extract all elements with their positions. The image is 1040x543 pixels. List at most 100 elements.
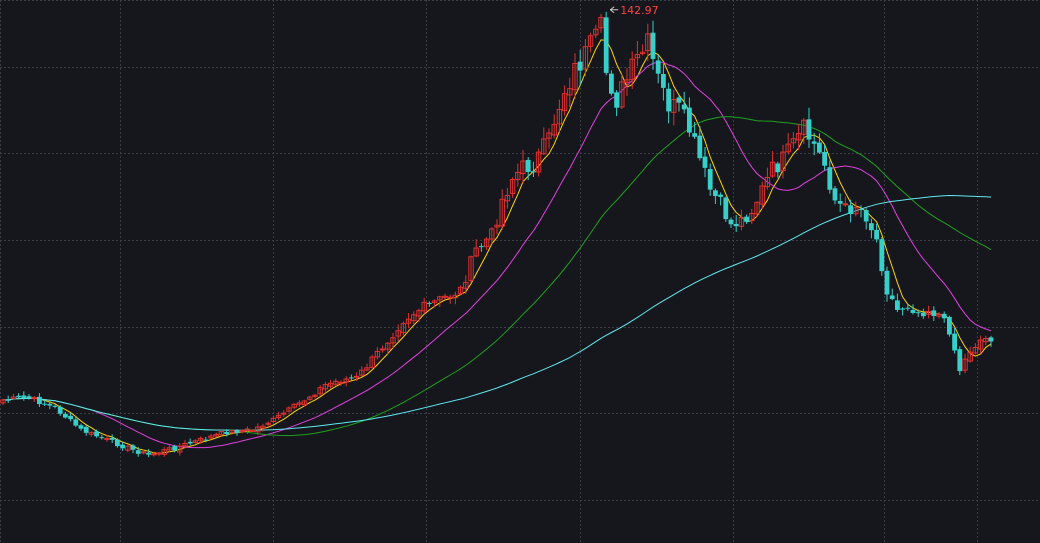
candle-down	[702, 146, 708, 178]
candle-down	[827, 160, 833, 194]
candle-body	[650, 32, 656, 59]
candle-up	[327, 379, 334, 389]
candle-body	[806, 119, 812, 140]
ma-line-ma_mid	[3, 61, 992, 449]
candle-down	[609, 70, 614, 96]
candle-down	[733, 215, 739, 233]
candle-up	[156, 451, 162, 457]
candle-up	[509, 177, 516, 198]
candle-up	[369, 354, 375, 369]
candle-body	[203, 439, 209, 441]
candle-body	[733, 223, 739, 227]
candle-down	[900, 307, 905, 316]
candle-down	[135, 447, 141, 457]
candle-up	[634, 40, 641, 67]
candle-up	[582, 39, 589, 77]
candle-body	[832, 188, 838, 201]
candle-body	[863, 210, 869, 222]
candle-body	[957, 349, 963, 372]
candle-down	[681, 91, 687, 114]
candle-body	[827, 167, 833, 190]
candle-body	[52, 405, 58, 407]
candle-up	[494, 219, 500, 235]
candle-up	[249, 429, 256, 432]
candle-body	[63, 413, 68, 418]
candle-body	[83, 426, 89, 433]
candle-up	[286, 406, 292, 413]
candle-body	[525, 159, 531, 172]
candle-up	[645, 23, 651, 62]
candle-up	[270, 415, 277, 424]
candle-up	[301, 399, 308, 407]
candle-up	[972, 343, 979, 355]
candle-body	[692, 133, 697, 137]
candle-up	[0, 398, 6, 405]
candles	[0, 11, 994, 458]
candle-body	[676, 97, 682, 103]
candle-up	[785, 133, 791, 155]
candle-body	[349, 377, 354, 379]
candle-body	[47, 403, 53, 406]
candle-down	[957, 346, 963, 376]
candle-down	[713, 188, 718, 205]
candle-up	[587, 32, 594, 53]
candle-body	[447, 296, 453, 299]
candle-down	[21, 391, 27, 401]
candle-body	[130, 445, 136, 450]
candle-up	[125, 444, 131, 453]
candle-body	[109, 437, 115, 440]
candle-up	[291, 403, 297, 409]
candle-down	[63, 411, 68, 419]
candle-down	[99, 434, 105, 440]
candle-body	[874, 229, 879, 240]
candle-down	[879, 236, 885, 276]
candle-up	[457, 285, 464, 295]
candle-body	[921, 312, 926, 317]
candle-up	[88, 431, 95, 437]
candle-down	[427, 301, 432, 307]
candle-body	[479, 246, 484, 248]
candle-body	[895, 300, 900, 310]
candle-body	[910, 309, 916, 313]
candle-up	[208, 433, 214, 440]
candle-body	[135, 450, 141, 454]
candle-body	[915, 312, 921, 314]
candle-body	[931, 310, 937, 316]
candle-down	[910, 304, 916, 315]
candle-body	[379, 348, 386, 351]
candle-down	[806, 107, 812, 148]
candle-down	[718, 192, 723, 206]
candle-body	[817, 142, 822, 153]
candle-down	[676, 95, 682, 112]
candle-up	[535, 148, 542, 177]
candle-down	[941, 311, 947, 323]
candle-down	[78, 423, 84, 431]
candle-down	[661, 63, 666, 101]
candle-down	[94, 429, 99, 438]
candle-body	[655, 60, 661, 74]
ma-line-ma_fast	[3, 39, 992, 454]
candle-body	[26, 396, 32, 399]
candle-body	[687, 107, 692, 133]
candle-up	[374, 347, 381, 360]
candle-up	[749, 208, 755, 225]
candle-body	[187, 441, 193, 444]
candle-down	[687, 97, 692, 137]
grid	[0, 0, 1040, 543]
candle-up	[322, 381, 329, 392]
candle-body	[42, 403, 47, 405]
candle-body	[661, 73, 666, 88]
candle-down	[707, 163, 713, 196]
candle-down	[37, 393, 42, 407]
candle-up	[977, 335, 984, 354]
candle-body	[57, 406, 63, 414]
candle-down	[728, 217, 734, 228]
candle-up	[936, 312, 942, 319]
candle-body	[905, 307, 911, 309]
candle-down	[931, 306, 937, 321]
candle-up	[416, 308, 422, 322]
candle-down	[723, 196, 729, 222]
candle-body	[281, 412, 287, 415]
candle-up	[421, 297, 427, 314]
candle-down	[947, 315, 952, 337]
